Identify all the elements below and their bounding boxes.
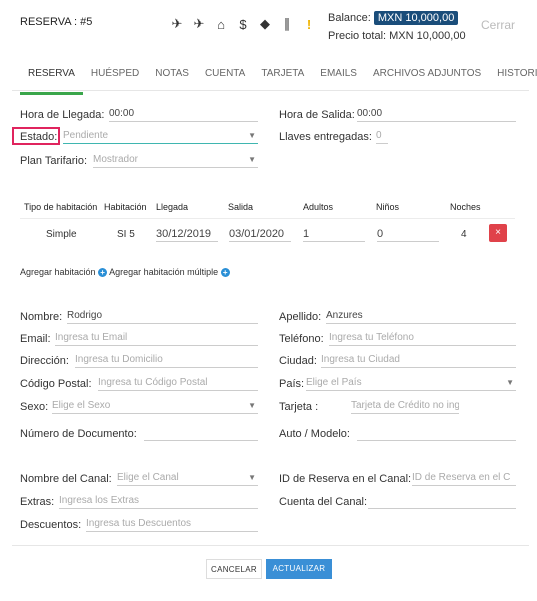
document-number-label: Número de Documento: xyxy=(20,428,137,440)
delete-room-button[interactable]: × xyxy=(489,224,507,242)
departure-time-input[interactable]: 00:00 xyxy=(357,107,516,122)
arrival-time-input[interactable]: 00:00 xyxy=(109,107,258,122)
channel-reservation-id-label: ID de Reserva en el Canal: xyxy=(279,473,412,485)
col-room-type: Tipo de habitación xyxy=(24,202,98,212)
channel-select[interactable]: Elige el Canal ▼ xyxy=(117,471,258,486)
keys-label: Llaves entregadas: xyxy=(279,131,372,143)
city-label: Ciudad: xyxy=(279,355,317,367)
cancel-button[interactable]: CANCELAR xyxy=(206,559,262,579)
country-label: País: xyxy=(279,378,305,390)
plane-arrival-icon[interactable]: ✈︎ xyxy=(192,16,206,32)
lock-icon[interactable]: ⌂ xyxy=(214,17,228,32)
phone-field[interactable]: Ingresa tu Teléfono xyxy=(329,331,516,346)
channel-name-label: Nombre del Canal: xyxy=(20,473,112,485)
phone-label: Teléfono: xyxy=(279,333,324,345)
arrival-time-label: Hora de Llegada: xyxy=(20,109,105,121)
channel-account-field[interactable] xyxy=(368,494,516,509)
chevron-down-icon: ▼ xyxy=(506,378,514,387)
postal-code-label: Código Postal: xyxy=(20,378,92,390)
col-adults: Adultos xyxy=(303,202,334,212)
email-field[interactable]: Ingresa tu Email xyxy=(55,331,258,346)
rate-plan-select[interactable]: Mostrador ▼ xyxy=(93,153,258,168)
paperclip-icon[interactable]: ∥ xyxy=(280,16,294,32)
update-button[interactable]: ACTUALIZAR xyxy=(266,559,332,579)
balance-label: Balance: xyxy=(328,12,371,24)
departure-date-input[interactable]: 03/01/2020 xyxy=(229,227,291,242)
add-multiple-room-label[interactable]: Agregar habitación múltiple xyxy=(109,267,218,277)
channel-account-label: Cuenta del Canal: xyxy=(279,496,368,508)
col-room: Habitación xyxy=(104,202,147,212)
balance-badge: MXN 10,000,00 xyxy=(373,11,459,25)
plus-icon[interactable]: + xyxy=(98,268,108,277)
status-value: Pendiente xyxy=(63,130,109,141)
channel-placeholder: Elige el Canal xyxy=(117,472,179,483)
warning-icon[interactable]: ! xyxy=(302,17,316,32)
last-name-input[interactable]: Anzures xyxy=(326,309,516,324)
card-label: Tarjeta : xyxy=(279,401,319,413)
tag-icon[interactable]: ◆ xyxy=(258,16,272,32)
status-highlight xyxy=(12,127,60,145)
email-label: Email: xyxy=(20,333,51,345)
col-arrival: Llegada xyxy=(156,202,189,212)
extras-label: Extras: xyxy=(20,496,55,508)
status-select[interactable]: Pendiente ▼ xyxy=(63,129,258,144)
balance: Balance: MXN 10,000,00 xyxy=(328,11,459,25)
header-toolbar: ✈︎ ✈︎ ⌂ $ ◆ ∥ ! xyxy=(170,16,316,32)
chevron-down-icon: ▼ xyxy=(248,131,256,140)
keys-input[interactable]: 0 xyxy=(376,129,388,144)
discounts-field[interactable]: Ingresa tus Descuentos xyxy=(86,517,258,532)
city-field[interactable]: Ingresa tu Ciudad xyxy=(321,353,516,368)
chevron-down-icon: ▼ xyxy=(248,473,256,482)
nights-cell: 4 xyxy=(461,229,467,240)
room-cell: SI 5 xyxy=(117,229,135,240)
arrival-date-input[interactable]: 30/12/2019 xyxy=(156,227,218,242)
country-placeholder: Elige el País xyxy=(306,377,362,388)
car-model-label: Auto / Modelo: xyxy=(279,428,350,440)
close-button[interactable]: Cerrar xyxy=(481,18,515,32)
document-number-field[interactable] xyxy=(144,426,258,441)
col-children: Niños xyxy=(376,202,400,212)
postal-code-field[interactable]: Ingresa tu Código Postal xyxy=(98,376,258,391)
reservation-title: RESERVA : #5 xyxy=(20,16,93,28)
add-room-link[interactable]: Agregar habitación + Agregar habitación … xyxy=(20,267,230,277)
rate-plan-label: Plan Tarifario: xyxy=(20,155,88,167)
children-input[interactable]: 0 xyxy=(377,227,439,242)
gender-placeholder: Elige el Sexo xyxy=(52,400,111,411)
country-select[interactable]: Elige el País ▼ xyxy=(306,376,516,391)
plus-icon[interactable]: + xyxy=(220,268,230,277)
chevron-down-icon: ▼ xyxy=(248,155,256,164)
channel-reservation-id-field[interactable]: ID de Reserva en el C xyxy=(412,471,516,486)
plane-departure-icon[interactable]: ✈︎ xyxy=(170,16,184,32)
chevron-down-icon: ▼ xyxy=(248,401,256,410)
car-model-field[interactable] xyxy=(357,426,516,441)
first-name-label: Nombre: xyxy=(20,311,63,323)
tab-divider xyxy=(12,90,529,91)
room-type-cell: Simple xyxy=(46,229,77,240)
total-price: Precio total: MXN 10,000,00 xyxy=(328,30,466,42)
adults-input[interactable]: 1 xyxy=(303,227,365,242)
address-field[interactable]: Ingresa tu Domicilio xyxy=(75,353,258,368)
first-name-input[interactable]: Rodrigo xyxy=(67,309,258,324)
rate-plan-value: Mostrador xyxy=(93,154,139,165)
extras-field[interactable]: Ingresa los Extras xyxy=(59,494,258,509)
table-header-divider xyxy=(20,218,515,219)
col-departure: Salida xyxy=(228,202,254,212)
last-name-label: Apellido: xyxy=(279,311,322,323)
card-field[interactable]: Tarjeta de Crédito no ingre xyxy=(351,399,459,414)
footer-divider xyxy=(12,545,529,546)
dollar-icon[interactable]: $ xyxy=(236,17,250,32)
add-room-label: Agregar habitación xyxy=(20,267,96,277)
discounts-label: Descuentos: xyxy=(20,519,82,531)
col-nights: Noches xyxy=(450,202,481,212)
departure-time-label: Hora de Salida: xyxy=(279,109,355,121)
address-label: Dirección: xyxy=(20,355,69,367)
gender-select[interactable]: Elige el Sexo ▼ xyxy=(52,399,258,414)
gender-label: Sexo: xyxy=(20,401,49,413)
